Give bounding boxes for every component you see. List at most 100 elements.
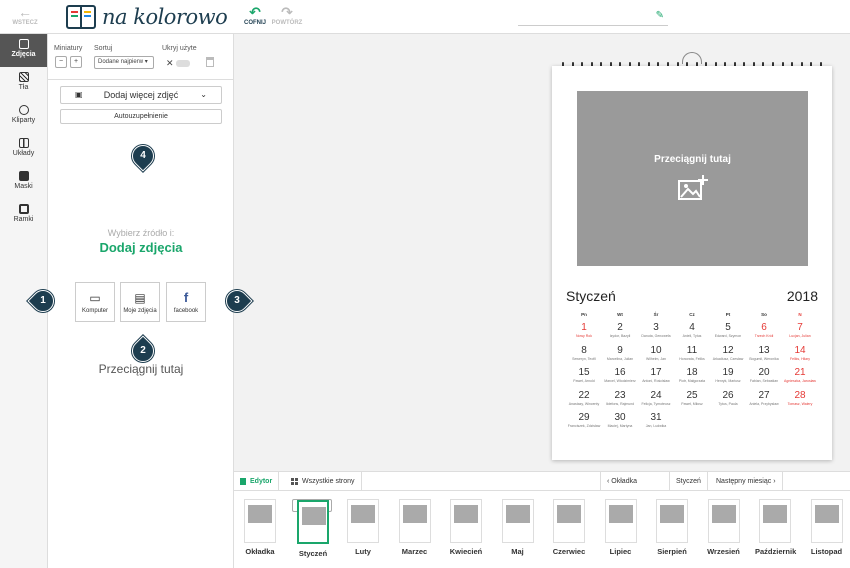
source-computer-button[interactable]: ▭ Komputer — [75, 282, 115, 322]
page-thumbnail[interactable]: Listopad — [807, 499, 847, 556]
name-day: Izydor, Bazyli — [609, 334, 631, 338]
day-number: 25 — [686, 389, 698, 401]
page-thumbnail[interactable]: Okładka — [240, 499, 280, 556]
page-thumbnail[interactable]: Kwiecień — [446, 499, 486, 556]
page-thumbnail[interactable]: Styczeń — [291, 499, 332, 558]
day-number: 1 — [581, 322, 587, 333]
calendar-day: 19 Henryk, Mariusz — [710, 367, 746, 384]
thumbs-label: Miniatury — [54, 45, 83, 52]
tab-all-pages[interactable]: Wszystkie strony — [285, 472, 362, 491]
name-day: Honorata, Feliks — [679, 356, 705, 361]
chevron-right-icon: › — [773, 478, 776, 485]
day-number: 24 — [650, 389, 662, 401]
year: 2018 — [786, 288, 818, 304]
calendar-day: 21 Agnieszka, Jarosław — [782, 367, 818, 384]
nav-item-masks[interactable]: Maski — [0, 166, 47, 199]
photo-drop-zone[interactable]: Przeciągnij tutaj — [577, 91, 808, 266]
image-icon: ▣ — [75, 90, 83, 99]
calendar-day: 26 Tytus, Paula — [710, 390, 746, 407]
hide-used-toggle[interactable] — [176, 60, 190, 67]
weekday-label: N — [798, 312, 802, 317]
name-day: Feliks, Hilary — [789, 356, 811, 361]
thumbnail-preview — [707, 499, 740, 543]
logo[interactable]: na kolorowo — [66, 3, 228, 31]
name-day: Danuta, Genowefa — [641, 334, 671, 338]
name-day: Jan, Ludwika — [645, 424, 667, 428]
page-thumbnail[interactable]: Czerwiec — [549, 499, 589, 556]
thumbnail-label: Sierpień — [657, 547, 687, 556]
back-label: WSTECZ — [12, 20, 38, 26]
chevron-down-icon: ⌄ — [200, 90, 207, 99]
add-image-icon — [677, 175, 708, 200]
thumbnail-label: Maj — [511, 547, 524, 556]
nav-label: Kliparty — [11, 117, 36, 124]
undo-button[interactable]: ↶ COFNIJ — [240, 4, 270, 26]
zoom-out-icon[interactable]: − — [55, 56, 67, 68]
nav-item-backgrounds[interactable]: Tła — [0, 67, 47, 100]
calendar-day: 17 Antoni, Rościsław — [638, 367, 674, 384]
calendar-day: 3 Danuta, Genowefa — [638, 322, 674, 339]
prev-label: Okładka — [611, 478, 637, 485]
source-facebook-button[interactable]: f facebook — [166, 282, 206, 322]
tab-editor[interactable]: Edytor — [234, 472, 280, 491]
page-thumbnail[interactable]: Luty — [343, 499, 383, 556]
name-day: Franciszek, Zdzisław — [567, 424, 601, 428]
pencil-icon[interactable]: ✎ — [656, 10, 664, 21]
day-number: 8 — [581, 344, 587, 356]
calendar-day: 12 Arkadiusz, Czesław — [710, 345, 746, 362]
chevron-left-icon: ‹ — [607, 478, 610, 485]
hide-used-label: Ukryj użyte — [162, 45, 197, 52]
pin-number: 3 — [234, 295, 240, 306]
zoom-in-icon[interactable]: + — [70, 56, 82, 68]
prev-page-button[interactable]: ‹ Okładka — [600, 472, 670, 491]
day-number: 27 — [758, 389, 770, 401]
sort-select[interactable]: Dodane najpierw ▾ — [94, 56, 154, 69]
nav-item-layouts[interactable]: Układy — [0, 133, 47, 166]
nav-item-frames[interactable]: Ramki — [0, 199, 47, 232]
calendar-day: 23 Ildefons, Rajmund — [602, 390, 638, 407]
thumbnail-label: Lipiec — [609, 547, 632, 556]
add-more-label: Dodaj więcej zdjęć — [103, 90, 179, 100]
book-logo-icon — [66, 5, 96, 29]
autofill-button[interactable]: Autouzupełnienie — [60, 109, 222, 124]
calendar-day: 24 Felicja, Tymoteusz — [638, 390, 674, 407]
add-more-photos-button[interactable]: ▣ Dodaj więcej zdjęć ⌄ — [60, 86, 222, 104]
nav-item-photos[interactable]: Zdjęcia — [0, 34, 47, 67]
page-thumbnail[interactable]: Październik — [755, 499, 796, 556]
thumbnail-preview — [810, 499, 843, 543]
photo-icon — [18, 39, 29, 49]
source-label: Komputer — [81, 308, 108, 314]
calendar-day: 28 Tomasz, Walery — [782, 390, 818, 407]
redo-button[interactable]: ↷ POWTÓRZ — [270, 4, 304, 26]
name-day: Edward, Szymon — [714, 334, 742, 338]
close-icon[interactable]: ✕ — [166, 58, 174, 69]
project-title-field[interactable]: ✎ — [518, 8, 668, 26]
divider — [48, 79, 234, 80]
day-number: 13 — [758, 344, 770, 356]
day-number: 2 — [617, 322, 623, 333]
next-month-button[interactable]: Następny miesiąc › — [710, 472, 783, 491]
photos-panel: Miniatury − + Sortuj Dodane najpierw ▾ U… — [27, 34, 253, 568]
thumbnail-preview — [604, 499, 637, 543]
trash-icon[interactable] — [206, 57, 214, 67]
page-thumbnail[interactable]: Wrzesień — [704, 499, 744, 556]
thumbnail-preview — [759, 499, 791, 543]
back-button[interactable]: ← WSTECZ — [8, 4, 42, 26]
page-thumbnail[interactable]: Lipiec — [601, 499, 641, 556]
page-thumbnail[interactable]: Maj — [498, 499, 538, 556]
day-number: 17 — [650, 367, 662, 378]
calendar-day: 10 Wilhelm, Jan — [638, 345, 674, 362]
facebook-icon: f — [183, 290, 189, 305]
nav-item-cliparts[interactable]: Kliparty — [0, 100, 47, 133]
sort-value: Dodane najpierw — [98, 59, 144, 65]
sort-label: Sortuj — [94, 45, 113, 52]
editor-icon — [240, 477, 246, 485]
folder-icon: ▤ — [134, 291, 146, 305]
day-number: 16 — [614, 367, 626, 378]
source-my-photos-button[interactable]: ▤ Moje zdjęcia — [120, 282, 160, 322]
calendar-page: Przeciągnij tutaj Styczeń 2018 Pn Wt Śr Cz P… — [552, 66, 832, 460]
page-thumbnail[interactable]: Sierpień — [652, 499, 692, 556]
page-thumbnail[interactable]: Marzec — [395, 499, 435, 556]
nav-label: Tła — [18, 84, 29, 91]
monitor-icon: ▭ — [89, 291, 101, 305]
